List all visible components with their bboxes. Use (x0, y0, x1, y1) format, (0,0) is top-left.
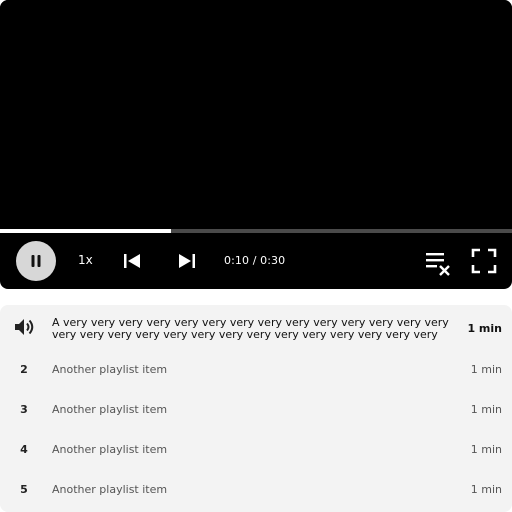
speaker-icon (15, 319, 34, 335)
playlist-item[interactable]: 2 Another playlist item 1 min (0, 349, 512, 389)
playlist-item-title: A very very very very very very very ver… (52, 317, 449, 341)
playlist-item-duration: 1 min (470, 483, 502, 496)
time-current: 0:10 (224, 254, 250, 267)
playlist-item-title: Another playlist item (52, 363, 168, 376)
playlist-item[interactable]: 4 Another playlist item 1 min (0, 429, 512, 469)
clear-queue-button[interactable] (424, 249, 452, 277)
next-button[interactable] (175, 249, 199, 273)
playlist-remove-icon (426, 253, 450, 276)
fullscreen-icon (471, 248, 497, 274)
playback-speed-button[interactable]: 1x (78, 253, 93, 267)
playlist-item-index: 5 (20, 483, 28, 496)
playlist-item-index: 2 (20, 363, 28, 376)
skip-previous-icon (124, 254, 140, 268)
playlist-item[interactable]: 5 Another playlist item 1 min (0, 469, 512, 509)
playlist: A very very very very very very very ver… (0, 305, 512, 512)
player-controls: 1x 0:10 / 0:30 (0, 233, 512, 289)
playlist-item-duration: 1 min (470, 363, 502, 376)
playlist-item-duration: 1 min (470, 443, 502, 456)
playlist-item-index: 4 (20, 443, 28, 456)
playlist-item-active[interactable]: A very very very very very very very ver… (0, 305, 512, 345)
playlist-item-title: Another playlist item (52, 403, 168, 416)
pause-button[interactable] (16, 241, 56, 281)
playlist-item-index: 3 (20, 403, 28, 416)
video-player: 1x 0:10 / 0:30 (0, 0, 512, 289)
fullscreen-button[interactable] (471, 248, 497, 274)
playlist-item-title: Another playlist item (52, 443, 168, 456)
skip-next-icon (179, 254, 195, 268)
playlist-item-duration: 1 min (467, 322, 502, 335)
time-total: 0:30 (260, 254, 286, 267)
playlist-item-duration: 1 min (470, 403, 502, 416)
time-separator: / (249, 254, 261, 267)
time-display: 0:10 / 0:30 (224, 254, 285, 267)
pause-icon (31, 255, 41, 267)
playlist-item[interactable]: 3 Another playlist item 1 min (0, 389, 512, 429)
previous-button[interactable] (120, 249, 144, 273)
video-viewport[interactable] (0, 0, 512, 229)
playlist-item-title: Another playlist item (52, 483, 168, 496)
